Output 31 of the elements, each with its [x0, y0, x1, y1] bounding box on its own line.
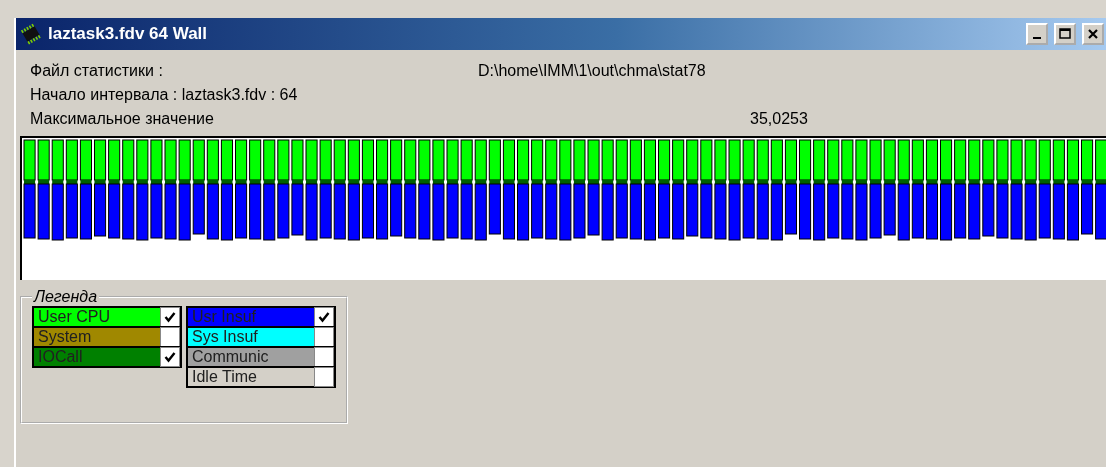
checkbox[interactable] [160, 307, 180, 327]
checkbox[interactable] [314, 307, 334, 327]
checkbox[interactable] [160, 347, 180, 367]
check-icon [164, 311, 176, 323]
check-icon [164, 351, 176, 363]
close-button[interactable] [1082, 23, 1104, 45]
check-icon [318, 311, 330, 323]
maximize-button[interactable] [1054, 23, 1076, 45]
legend-label: System [38, 328, 92, 346]
maximize-icon [1059, 28, 1071, 40]
legend-label: Communic [192, 348, 269, 366]
close-icon [1087, 28, 1099, 40]
checkbox[interactable] [314, 327, 334, 347]
minimize-button[interactable] [1026, 23, 1048, 45]
checkbox[interactable] [314, 347, 334, 367]
info-label: Максимальное значение [30, 110, 215, 128]
legend-label: User CPU [38, 308, 110, 326]
chip-icon [20, 23, 42, 45]
legend-label: IOCall [38, 348, 83, 366]
legend-title: Легенда [32, 288, 99, 306]
legend-label: Idle Time [192, 368, 257, 386]
checkbox[interactable] [160, 327, 180, 347]
minimize-icon [1033, 37, 1041, 39]
info-value: 35,0253 [750, 110, 808, 128]
checkbox[interactable] [314, 367, 334, 387]
legend-label: Sys Insuf [192, 328, 258, 346]
legend-label: Usr Insuf [192, 308, 256, 326]
info-label: Начало интервала : laztask3.fdv : 64 [30, 86, 298, 104]
info-label: Файл статистики : [30, 62, 164, 80]
info-value: D:\home\IMM\1\out\chma\stat78 [478, 62, 706, 80]
window-title: laztask3.fdv 64 Wall [48, 24, 209, 44]
